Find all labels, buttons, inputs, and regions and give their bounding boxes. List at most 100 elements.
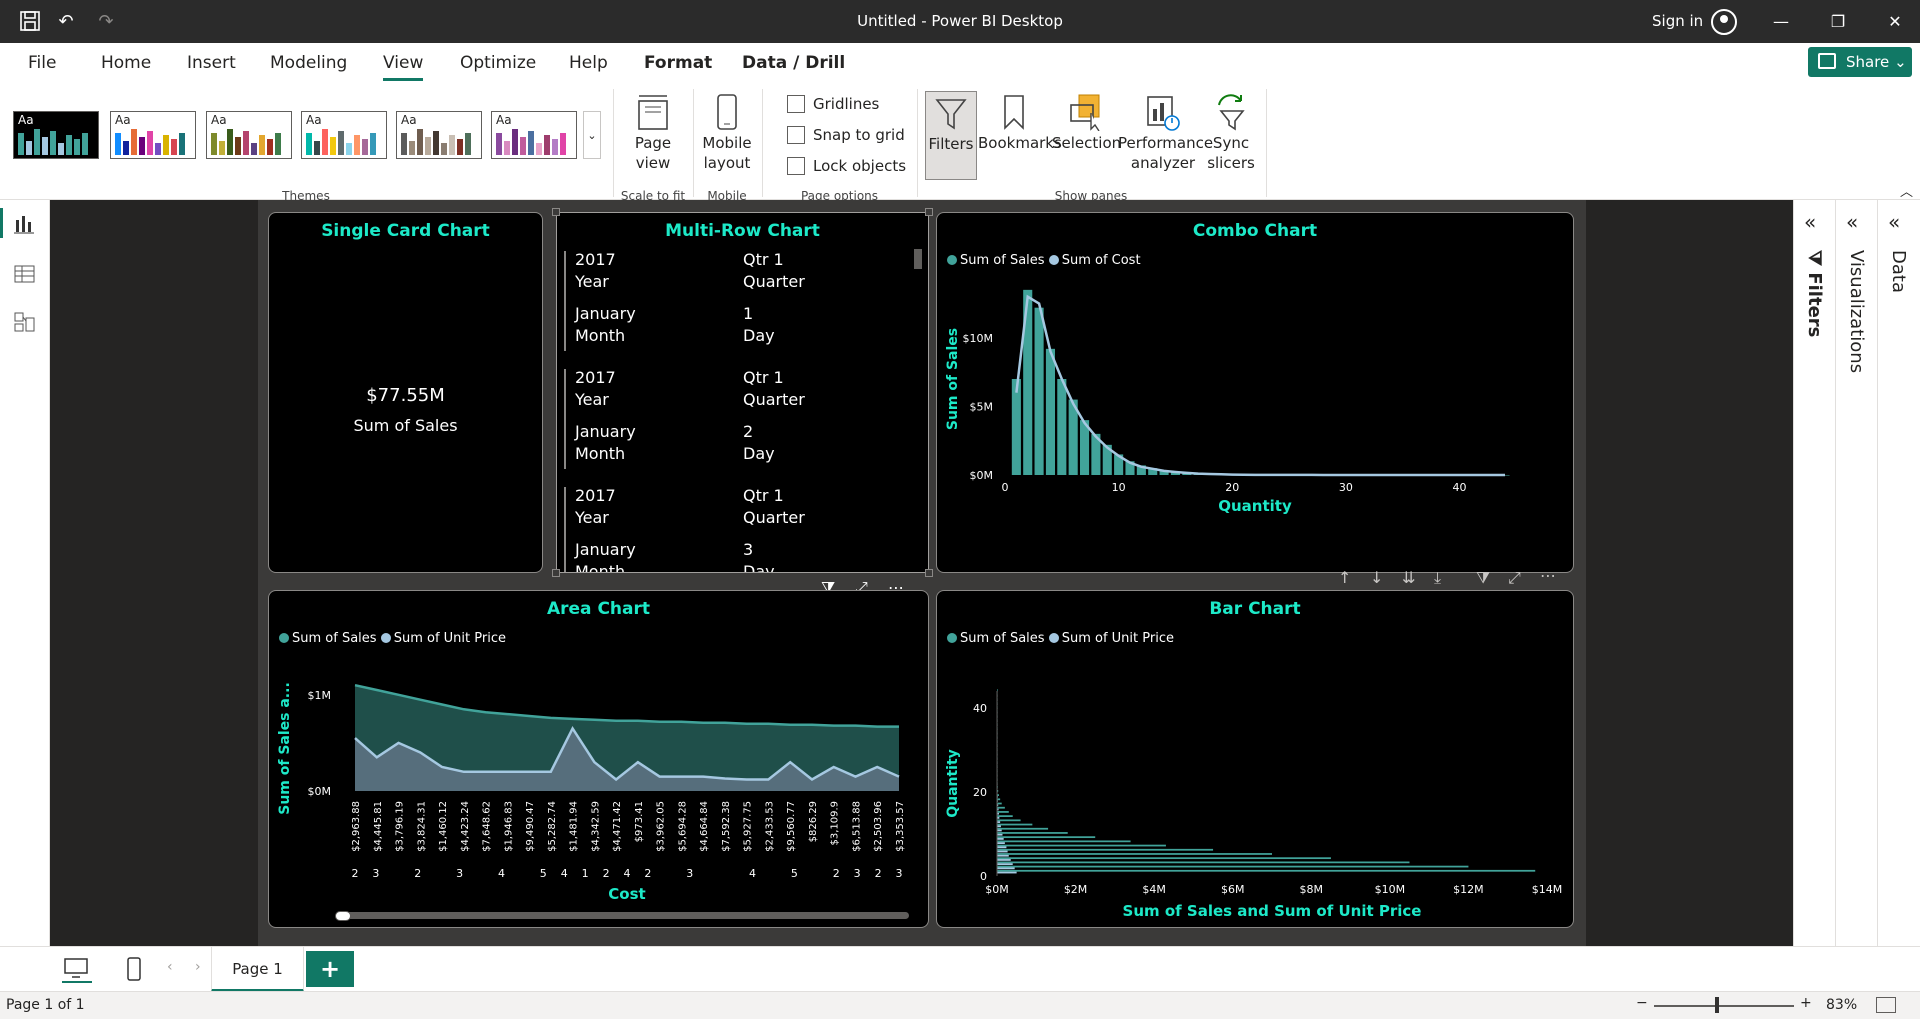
scrollbar-handle[interactable]	[335, 911, 351, 921]
filters-pane-collapsed[interactable]: « ⧩ Filters	[1793, 200, 1835, 946]
zoom-in-icon[interactable]: +	[1800, 995, 1812, 1011]
area-chart-visual[interactable]: Area Chart Sum of Sales Sum of Unit Pric…	[268, 590, 929, 928]
performance-analyzer-button[interactable]: Performance analyzer	[1118, 93, 1213, 173]
combo-chart-visual[interactable]: Combo Chart Sum of Sales Sum of Cost $0M…	[936, 212, 1574, 573]
zoom-out-icon[interactable]: −	[1636, 995, 1648, 1011]
sign-in-link[interactable]: Sign in	[1652, 0, 1703, 43]
single-card-visual[interactable]: Single Card Chart $77.55M Sum of Sales	[268, 212, 543, 573]
filter-icon[interactable]: ⧩	[1476, 568, 1490, 588]
save-icon[interactable]	[18, 10, 42, 34]
resize-handle[interactable]	[552, 569, 560, 577]
focus-mode-icon[interactable]: ⤢	[1508, 568, 1521, 588]
collapse-ribbon-icon[interactable]: ︿	[1900, 181, 1913, 200]
drill-up-icon[interactable]: ↑	[1338, 568, 1351, 587]
resize-handle[interactable]	[925, 208, 933, 216]
report-view-icon[interactable]	[14, 214, 36, 234]
data-pane-collapsed[interactable]: « Data	[1877, 200, 1919, 946]
minimize-icon[interactable]: —	[1758, 0, 1804, 43]
tab-modeling[interactable]: Modeling	[270, 43, 347, 83]
visualizations-pane-collapsed[interactable]: « Visualizations	[1835, 200, 1877, 946]
x-tick-label: $14M	[1532, 883, 1563, 896]
data-pane-label: Data	[1888, 250, 1909, 293]
theme-swatch[interactable]: Aa	[206, 111, 292, 159]
tab-view[interactable]: View	[383, 43, 424, 83]
fit-to-page-icon[interactable]	[1876, 997, 1896, 1013]
divider	[917, 89, 918, 197]
tab-format[interactable]: Format	[644, 43, 712, 83]
zoom-slider[interactable]	[1654, 1005, 1794, 1007]
sync-slicers-button[interactable]: Sync slicers	[1206, 93, 1256, 173]
expand-icon[interactable]: «	[1888, 210, 1900, 234]
filters-pane-button[interactable]: Filters	[925, 91, 977, 180]
avatar[interactable]	[1711, 9, 1737, 35]
next-page-icon[interactable]: ›	[195, 959, 201, 975]
table-view-icon[interactable]	[14, 264, 36, 284]
share-label: Share	[1846, 53, 1890, 71]
previous-page-icon[interactable]: ‹	[167, 959, 173, 975]
mobile-layout-icon[interactable]	[124, 957, 144, 985]
tab-insert[interactable]: Insert	[187, 43, 236, 83]
page-view-button[interactable]: Page view	[623, 93, 683, 173]
expand-all-icon[interactable]: ⇊	[1402, 568, 1415, 587]
expand-icon[interactable]: «	[1804, 210, 1816, 234]
record-divider	[564, 487, 566, 572]
visualizations-pane-label: Visualizations	[1846, 250, 1867, 374]
tab-data-drill[interactable]: Data / Drill	[742, 43, 845, 83]
theme-swatch[interactable]: Aa	[110, 111, 196, 159]
restore-icon[interactable]: ❐	[1815, 0, 1861, 43]
model-view-icon[interactable]	[14, 312, 36, 332]
powerbi-window: ↶ ↷ Untitled - Power BI Desktop Sign in …	[0, 0, 1920, 1019]
record-field: Day	[743, 444, 775, 463]
multi-row-card-visual[interactable]: Multi-Row Chart 2017 Qtr 1 Year Quarter Janu…	[556, 212, 929, 573]
resize-handle[interactable]	[925, 569, 933, 577]
mobile-layout-button[interactable]: Mobile layout	[700, 93, 754, 173]
bar	[997, 838, 1004, 840]
x-tick-label: $6,513.88	[851, 801, 862, 852]
zoom-slider-thumb[interactable]	[1715, 997, 1719, 1013]
theme-swatch[interactable]: Aa	[396, 111, 482, 159]
selection-icon	[1067, 93, 1103, 132]
scrollbar-thumb[interactable]	[914, 249, 922, 269]
x-axis-title: Cost	[608, 885, 645, 903]
close-icon[interactable]: ✕	[1872, 0, 1918, 43]
drill-down-icon[interactable]: ↓	[1370, 568, 1383, 587]
theme-swatch[interactable]: Aa	[13, 111, 99, 159]
x-tick-label: $8M	[1300, 883, 1324, 896]
resize-handle[interactable]	[552, 208, 560, 216]
share-icon	[1818, 53, 1836, 69]
desktop-layout-icon[interactable]	[62, 957, 92, 983]
snap-to-grid-checkbox[interactable]: Snap to grid	[787, 124, 905, 146]
x-group-label: 5	[791, 867, 798, 880]
bar	[997, 844, 1166, 847]
bookmarks-pane-button[interactable]: Bookmarks	[978, 93, 1062, 153]
more-options-icon[interactable]: ⋯	[1540, 566, 1556, 585]
tab-optimize[interactable]: Optimize	[460, 43, 536, 83]
bar	[997, 806, 1005, 809]
tab-help[interactable]: Help	[569, 43, 608, 83]
redo-icon[interactable]: ↷	[94, 10, 118, 34]
themes-dropdown[interactable]: ⌄	[583, 111, 601, 159]
record-field: 2017	[575, 368, 616, 387]
area-chart-plot: $0M $1M $2,963.88 $4,445.81 $3,796.19 $3,824.…	[277, 682, 906, 903]
undo-icon[interactable]: ↶	[54, 10, 78, 34]
x-group-label: 5	[540, 867, 547, 880]
lock-objects-checkbox[interactable]: Lock objects	[787, 155, 906, 177]
bar	[1057, 379, 1067, 475]
expand-icon[interactable]: «	[1846, 210, 1858, 234]
gridlines-checkbox[interactable]: Gridlines	[787, 93, 879, 115]
tab-home[interactable]: Home	[101, 43, 151, 83]
bar	[997, 867, 1015, 870]
bar-chart-visual[interactable]: Bar Chart Sum of Sales Sum of Unit Price…	[936, 590, 1574, 928]
share-button[interactable]: Share ⌄	[1808, 47, 1912, 77]
bar	[1045, 348, 1055, 475]
y-tick-label: $0M	[308, 785, 332, 798]
page-tab[interactable]: Page 1	[211, 947, 304, 992]
horizontal-scrollbar[interactable]	[339, 912, 909, 919]
theme-swatch[interactable]: Aa	[491, 111, 577, 159]
tab-file[interactable]: File	[28, 43, 56, 83]
add-page-button[interactable]: +	[306, 951, 354, 987]
bar	[997, 833, 1003, 836]
selection-pane-button[interactable]: Selection	[1052, 93, 1121, 153]
expand-hierarchy-icon[interactable]: ⤓	[1434, 568, 1441, 588]
theme-swatch[interactable]: Aa	[301, 111, 387, 159]
